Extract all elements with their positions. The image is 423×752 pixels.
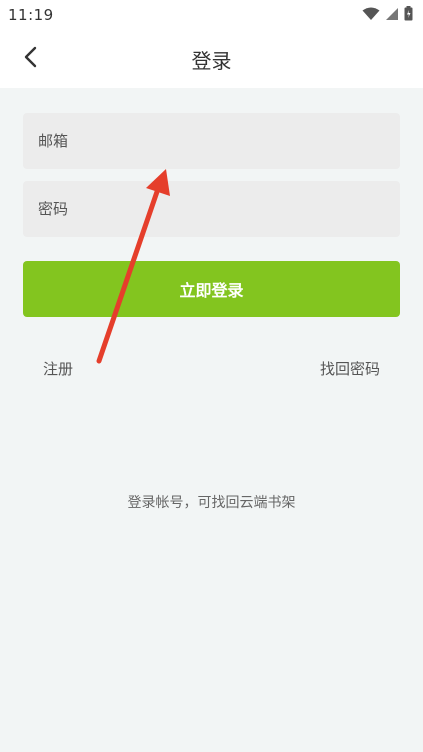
chevron-left-icon (23, 46, 37, 72)
back-button[interactable] (10, 39, 50, 79)
signal-icon (385, 6, 399, 25)
battery-icon (404, 5, 413, 25)
password-field[interactable] (23, 181, 400, 237)
login-hint-text: 登录帐号，可找回云端书架 (127, 495, 296, 511)
wifi-icon (362, 6, 380, 25)
status-time: 11:19 (8, 6, 54, 24)
forgot-password-link[interactable]: 找回密码 (320, 358, 380, 379)
nav-bar: 登录 (0, 30, 423, 88)
login-screen: 11:19 登录 立即登录 注册 (0, 0, 423, 752)
login-button[interactable]: 立即登录 (23, 261, 400, 317)
register-link[interactable]: 注册 (43, 358, 73, 379)
email-field[interactable] (23, 113, 400, 169)
status-bar: 11:19 (0, 0, 423, 30)
status-icons (362, 5, 413, 25)
page-title: 登录 (191, 48, 232, 73)
